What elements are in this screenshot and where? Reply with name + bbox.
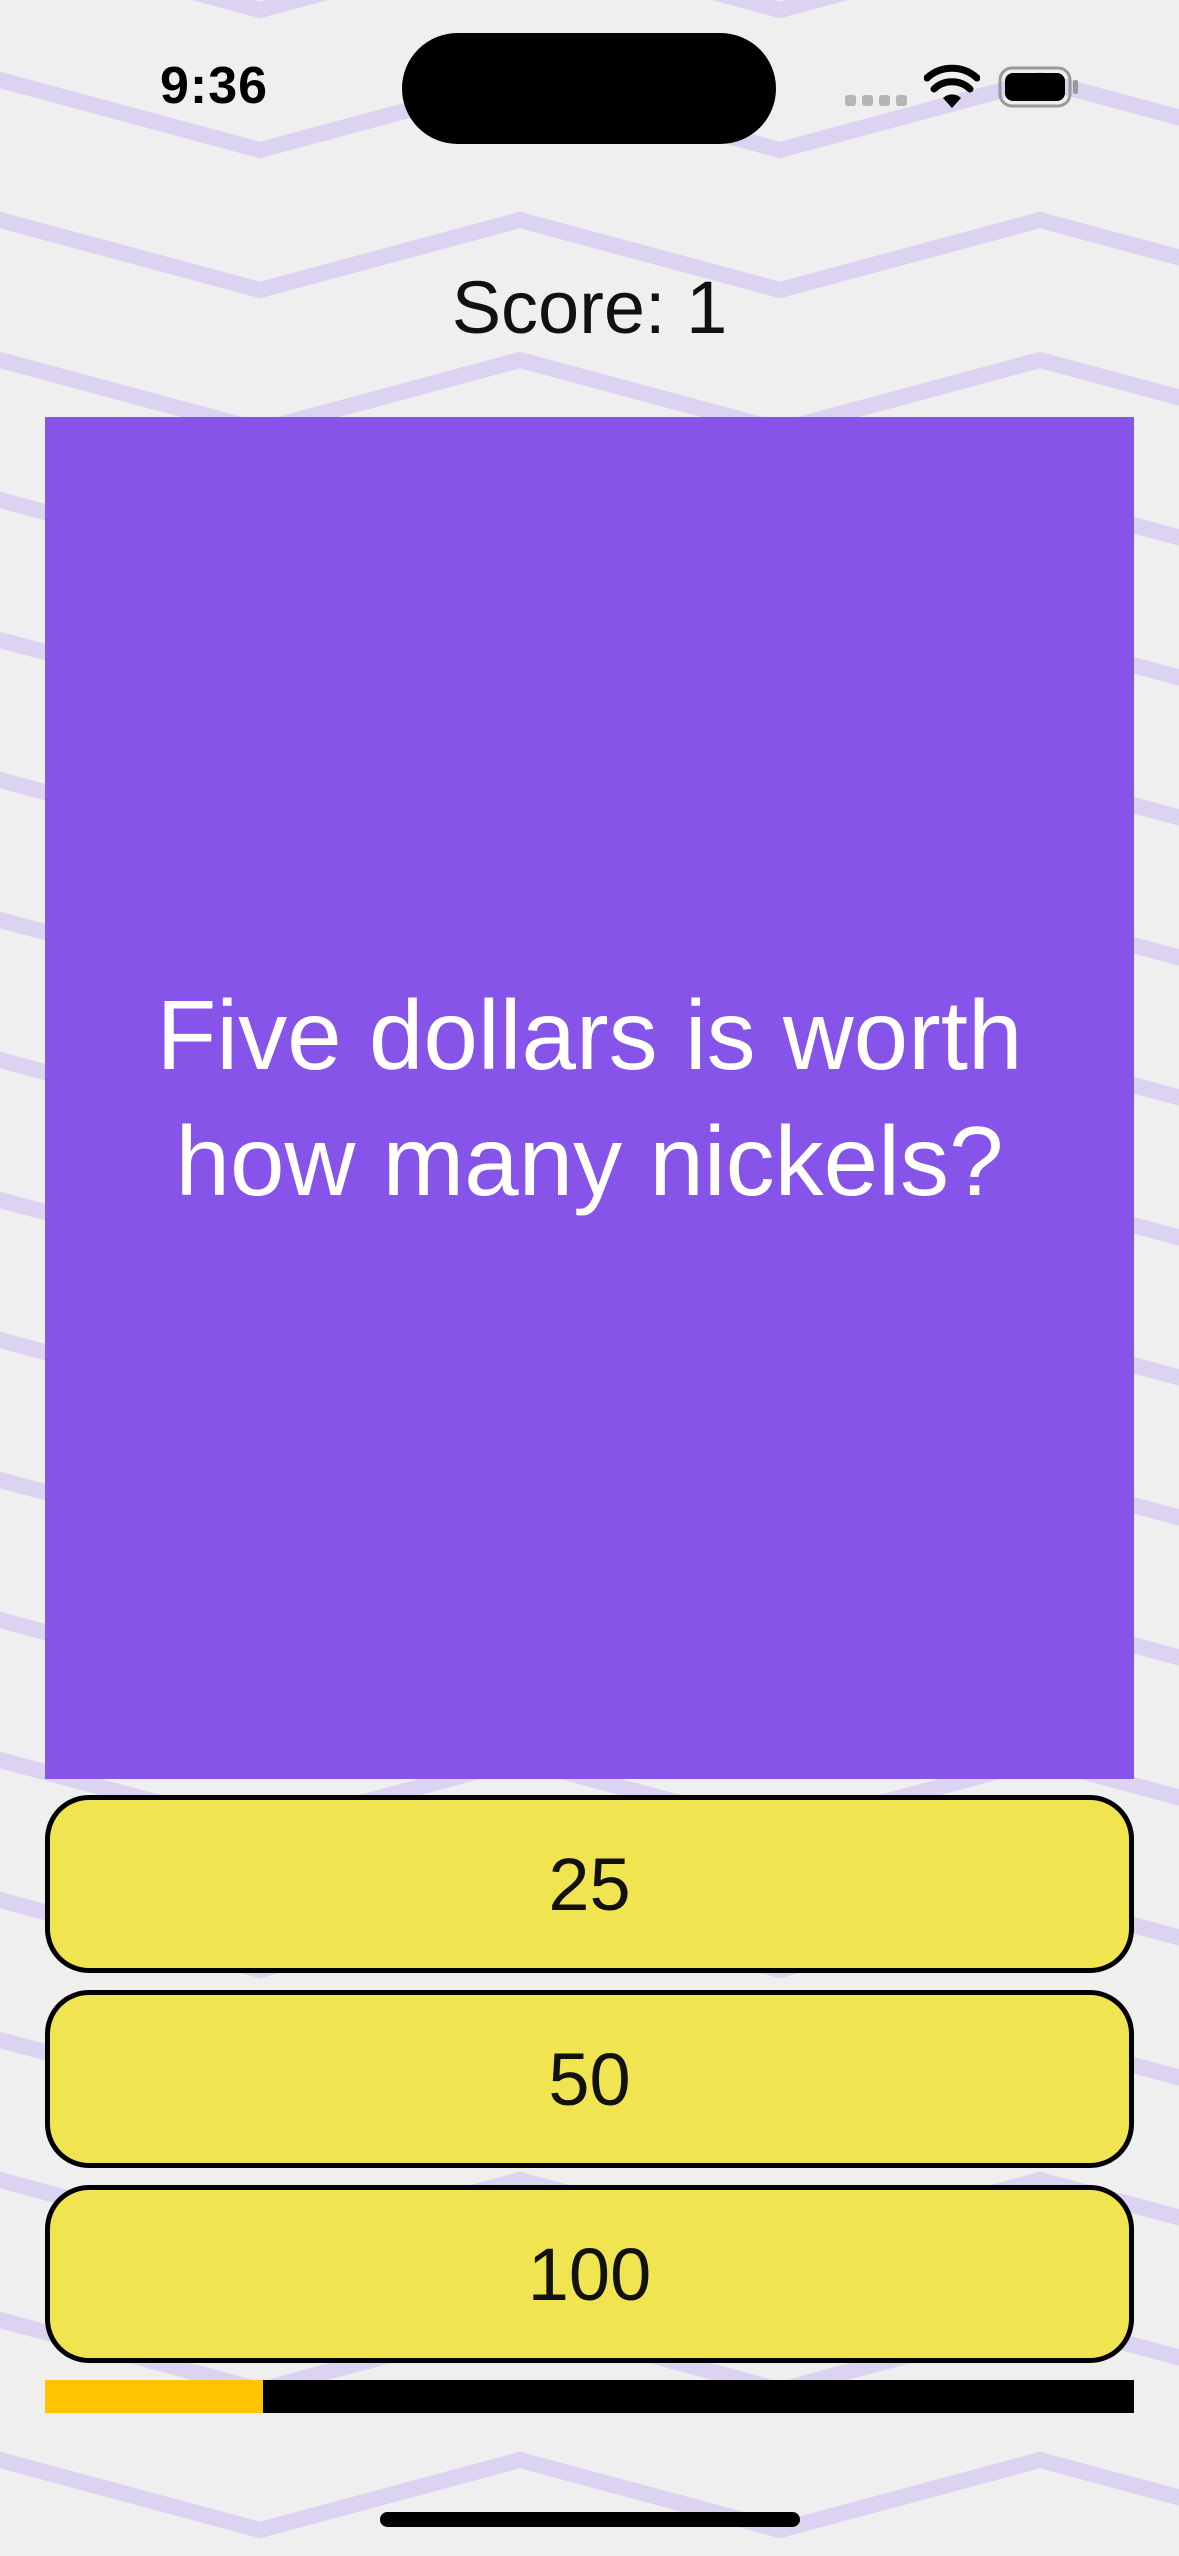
question-card: Five dollars is worth how many nickels? — [45, 417, 1134, 1779]
answer-button-100[interactable]: 100 — [45, 2185, 1134, 2363]
status-time: 9:36 — [160, 57, 269, 115]
battery-icon — [998, 66, 1078, 108]
question-text: Five dollars is worth how many nickels? — [156, 980, 1023, 1216]
status-bar: 9:36 — [0, 0, 1179, 170]
home-indicator — [380, 2512, 800, 2527]
timer-progress-bar — [45, 2380, 1134, 2413]
answer-button-25[interactable]: 25 — [45, 1795, 1134, 1973]
signal-dots-icon — [845, 95, 907, 106]
score-label: Score: 1 — [451, 266, 728, 349]
timer-progress-fill — [45, 2380, 263, 2413]
dynamic-island — [402, 33, 776, 144]
answer-button-50[interactable]: 50 — [45, 1990, 1134, 2168]
answer-list: 25 50 100 — [45, 1795, 1134, 2380]
wifi-icon — [924, 64, 980, 108]
